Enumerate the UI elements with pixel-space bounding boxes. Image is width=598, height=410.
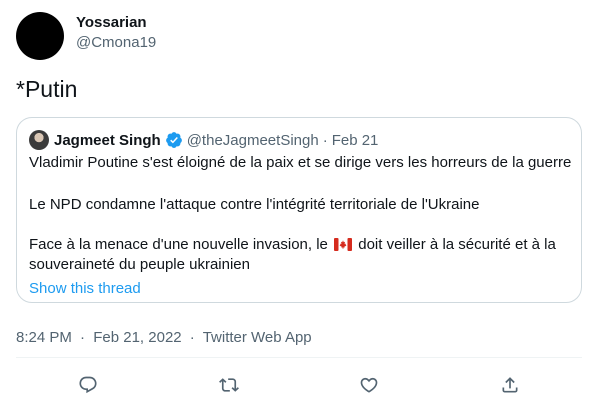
author-name[interactable]: Yossarian [76, 14, 147, 31]
retweet-button[interactable] [218, 374, 240, 396]
reply-button[interactable] [77, 374, 99, 396]
share-button[interactable] [499, 374, 521, 396]
share-icon [502, 377, 518, 393]
tweet-source[interactable]: Twitter Web App [203, 329, 312, 346]
canada-flag-icon [334, 238, 353, 255]
quoted-text-line-3: Face à la menace d'une nouvelle invasion… [29, 236, 556, 255]
quoted-date[interactable]: Feb 21 [332, 132, 379, 149]
tweet-time[interactable]: 8:24 PM [16, 329, 72, 346]
reply-icon [79, 376, 97, 394]
quoted-tweet-header: Jagmeet Singh @theJagmeetSingh · Feb 21 [29, 130, 378, 150]
quoted-author-name[interactable]: Jagmeet Singh [54, 132, 161, 149]
quoted-author-handle[interactable]: @theJagmeetSingh [187, 132, 319, 149]
quoted-text-line-4: souveraineté du peuple ukrainien [29, 256, 250, 273]
tweet-date[interactable]: Feb 21, 2022 [93, 329, 181, 346]
quoted-text-after-flag: doit veiller à la sécurité et à la [358, 236, 556, 253]
retweet-icon [219, 378, 239, 392]
quoted-text-line-1: Vladimir Poutine s'est éloigné de la pai… [29, 154, 572, 171]
header-separator: · [322, 131, 328, 149]
quoted-author-avatar[interactable] [29, 130, 49, 150]
quoted-text-before-flag: Face à la menace d'une nouvelle invasion… [29, 236, 328, 253]
tweet-metadata: 8:24 PM · Feb 21, 2022 · Twitter Web App [16, 329, 312, 346]
tweet-text: *Putin [16, 76, 78, 102]
show-thread-link[interactable]: Show this thread [29, 280, 141, 297]
quoted-tweet[interactable]: Jagmeet Singh @theJagmeetSingh · Feb 21 … [16, 117, 582, 303]
divider [16, 357, 582, 358]
meta-separator: · [80, 329, 86, 346]
author-handle[interactable]: @Cmona19 [76, 34, 156, 51]
like-button[interactable] [358, 374, 380, 396]
like-icon [360, 377, 378, 393]
verified-badge-icon [165, 131, 183, 149]
quoted-text-line-2: Le NPD condamne l'attaque contre l'intég… [29, 196, 480, 213]
author-avatar[interactable] [16, 12, 64, 60]
meta-separator: · [189, 329, 195, 346]
